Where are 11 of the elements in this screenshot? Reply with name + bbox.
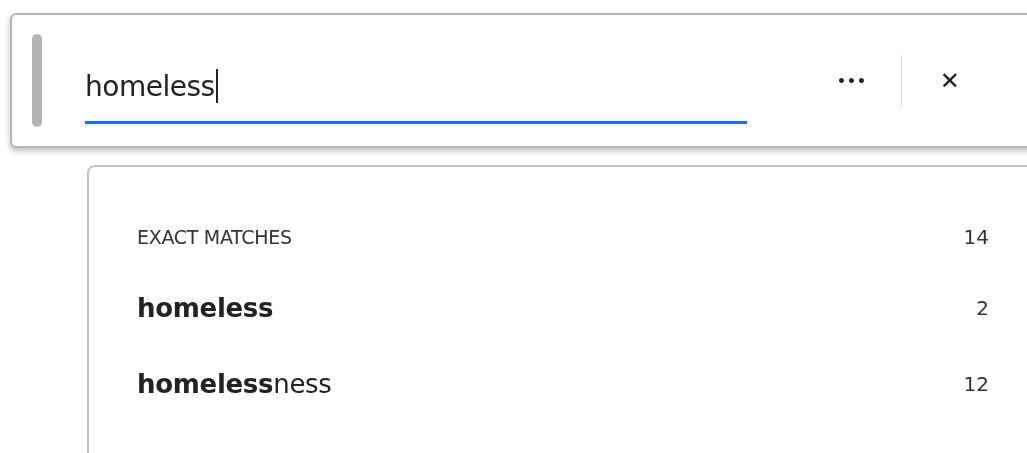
more-button[interactable]: ••• (829, 68, 875, 93)
text-cursor (215, 69, 218, 103)
suggestion-item[interactable]: homeless (137, 293, 274, 323)
close-button[interactable]: ✕ (931, 62, 968, 99)
match-count: 2 (976, 296, 989, 320)
search-field[interactable]: homeless (85, 51, 747, 124)
match-count: 14 (963, 225, 989, 249)
match-count: 12 (963, 372, 989, 396)
section-heading: EXACT MATCHES (137, 226, 292, 248)
drag-handle[interactable] (32, 34, 42, 127)
suggestion-item[interactable]: homelessness (137, 369, 332, 399)
